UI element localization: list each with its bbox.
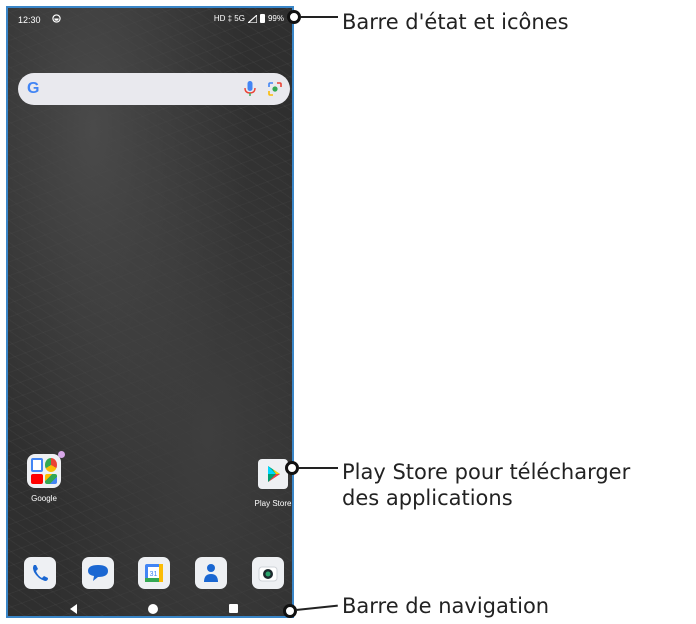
navigation-leader: [295, 604, 338, 611]
google-g-icon: G: [27, 80, 40, 97]
notification-dot: [58, 451, 65, 458]
navigation-callout: Barre de navigation: [342, 594, 550, 618]
status-bar-leader: [301, 16, 338, 18]
messages-app[interactable]: [82, 557, 114, 589]
folder-label: Google: [31, 494, 57, 503]
camera-app[interactable]: [252, 557, 284, 589]
lens-icon[interactable]: [267, 81, 283, 97]
phone-icon: [33, 565, 48, 581]
navigation-marker: [283, 604, 297, 618]
youtube-icon: [31, 474, 43, 484]
status-bar-marker: [287, 10, 301, 24]
drive-icon: [45, 474, 57, 484]
home-icon[interactable]: [148, 604, 158, 614]
phone-app[interactable]: [24, 557, 56, 589]
network-text: HD ‡ 5G: [213, 14, 245, 23]
camera-icon: [258, 566, 278, 582]
calendar-icon: 31: [145, 564, 163, 582]
dock: 31: [8, 557, 292, 593]
contacts-app[interactable]: [195, 557, 227, 589]
signal-icon: [247, 14, 257, 23]
status-right: HD ‡ 5G 99%: [214, 14, 284, 23]
calendar-app[interactable]: 31: [138, 557, 170, 589]
recents-icon[interactable]: [229, 604, 238, 613]
contacts-icon: [204, 564, 218, 582]
svg-text:31: 31: [150, 571, 158, 578]
play-store-callout-line2: des applications: [342, 486, 513, 510]
play-store-tile: [258, 459, 288, 489]
status-bar-callout: Barre d'état et icônes: [342, 10, 569, 34]
play-store-marker: [285, 461, 299, 475]
status-time: 12:30: [18, 15, 41, 25]
status-bar: 12:30 HD ‡ 5G 99%: [8, 8, 292, 32]
messages-icon: [88, 565, 108, 581]
do-not-disturb-icon: [52, 14, 61, 23]
google-folder[interactable]: Google: [16, 451, 72, 503]
chrome-icon: [45, 458, 57, 472]
google-search-bar[interactable]: G: [18, 73, 290, 105]
battery-percent: 99%: [267, 14, 284, 23]
play-store-label: Play Store: [254, 499, 292, 508]
battery-icon: [259, 14, 265, 23]
navigation-bar: [8, 596, 292, 616]
folder-tile: [27, 451, 65, 488]
play-store-callout-line1: Play Store pour télécharger: [342, 460, 631, 484]
google-app-icon: [31, 458, 43, 472]
mic-icon[interactable]: [242, 80, 258, 98]
play-store-icon: [268, 466, 280, 482]
back-icon[interactable]: [70, 604, 77, 614]
play-store-leader: [299, 467, 338, 469]
phone-screen: 12:30 HD ‡ 5G 99% G Google Play Store 31: [6, 6, 294, 618]
